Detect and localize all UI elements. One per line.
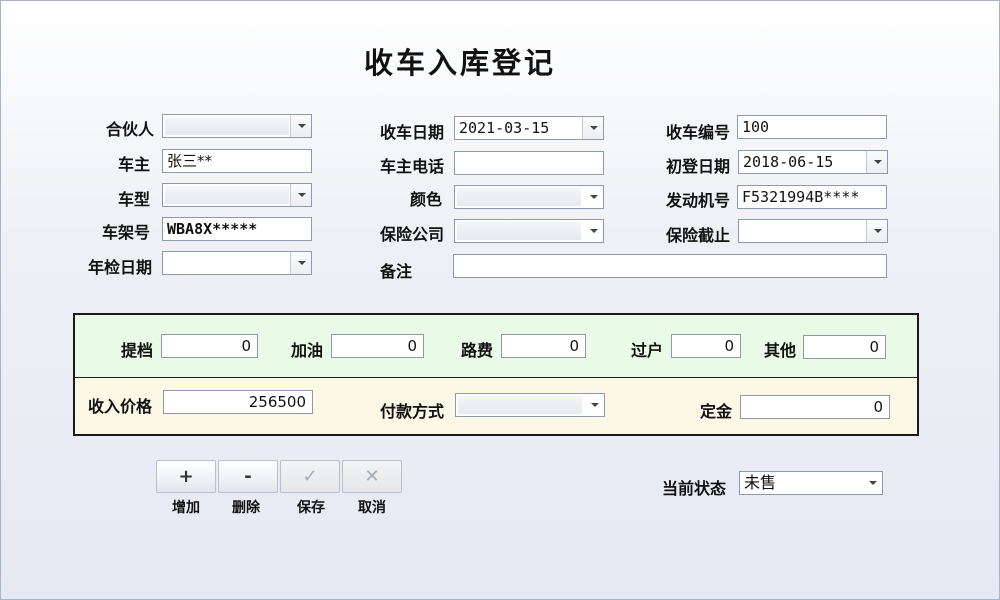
other-fee-label: 其他	[764, 341, 797, 360]
chevron-down-icon[interactable]	[290, 252, 311, 274]
insurer-label: 保险公司	[380, 225, 445, 244]
price-label: 收入价格	[88, 397, 153, 416]
receive-date-picker[interactable]: 2021-03-15	[454, 116, 604, 140]
plus-icon: +	[178, 466, 194, 487]
color-select-fill	[457, 188, 581, 206]
color-select[interactable]	[454, 185, 604, 209]
status-select-value: 未售	[744, 473, 777, 492]
insurer-select-fill	[457, 222, 581, 240]
engine-no-input[interactable]: F5321994B****	[737, 185, 887, 209]
owner-label: 车主	[117, 155, 150, 174]
cancel-button-label: 取消	[358, 500, 386, 516]
cancel-button[interactable]: ✕	[342, 460, 402, 493]
first-reg-date-label: 初登日期	[666, 157, 731, 176]
chevron-down-icon[interactable]	[584, 394, 604, 416]
check-icon: ✓	[302, 466, 318, 487]
vin-label: 车架号	[101, 223, 150, 242]
owner-phone-label: 车主电话	[380, 157, 445, 176]
vin-input[interactable]: WBA8X*****	[162, 217, 312, 241]
toll-fee-input[interactable]: 0	[501, 334, 586, 358]
payment-method-label: 付款方式	[380, 402, 445, 421]
receive-no-input[interactable]: 100	[737, 115, 887, 139]
receive-date-label: 收车日期	[380, 123, 445, 142]
chevron-down-icon[interactable]	[583, 220, 603, 242]
transfer-fee-input[interactable]: 0	[671, 334, 741, 358]
model-label: 车型	[117, 190, 150, 209]
insurer-select[interactable]	[454, 219, 604, 243]
delete-button[interactable]: -	[218, 460, 278, 493]
save-button[interactable]: ✓	[280, 460, 340, 493]
chevron-down-icon[interactable]	[582, 117, 603, 139]
status-label: 当前状态	[662, 479, 727, 498]
towing-fee-label: 提档	[121, 341, 154, 360]
inspection-date-label: 年检日期	[87, 258, 152, 277]
add-button[interactable]: +	[156, 460, 216, 493]
window-frame	[0, 0, 1000, 600]
receive-no-label: 收车编号	[666, 123, 731, 142]
first-reg-date-value: 2018-06-15	[743, 153, 834, 171]
chevron-down-icon[interactable]	[862, 472, 882, 494]
page-title: 收车入库登记	[364, 46, 557, 80]
transfer-fee-label: 过户	[631, 341, 664, 360]
first-reg-date-picker[interactable]: 2018-06-15	[738, 150, 888, 174]
owner-phone-input[interactable]	[454, 151, 604, 175]
toll-fee-label: 路费	[461, 341, 494, 360]
delete-button-label: 删除	[232, 500, 260, 516]
chevron-down-icon[interactable]	[290, 115, 311, 137]
fuel-fee-input[interactable]: 0	[331, 334, 424, 358]
payment-method-select[interactable]	[455, 393, 605, 417]
partner-label: 合伙人	[105, 120, 154, 139]
remark-input[interactable]	[453, 254, 887, 278]
deposit-label: 定金	[700, 402, 733, 421]
deposit-input[interactable]: 0	[740, 395, 890, 419]
payment-method-fill	[458, 396, 582, 414]
partner-select-fill	[165, 117, 289, 135]
owner-input[interactable]: 张三**	[162, 149, 312, 173]
status-select[interactable]: 未售	[739, 471, 883, 495]
insurance-expiry-label: 保险截止	[666, 226, 731, 245]
inspection-date-picker[interactable]	[162, 251, 312, 275]
other-fee-input[interactable]: 0	[803, 335, 886, 359]
price-input[interactable]: 256500	[163, 390, 313, 414]
save-button-label: 保存	[297, 500, 325, 516]
remark-label: 备注	[380, 262, 413, 281]
close-icon: ✕	[364, 466, 380, 487]
engine-no-label: 发动机号	[666, 191, 731, 210]
fuel-fee-label: 加油	[291, 341, 324, 360]
model-select-fill	[165, 186, 289, 204]
chevron-down-icon[interactable]	[866, 151, 887, 173]
add-button-label: 增加	[172, 500, 200, 516]
chevron-down-icon[interactable]	[583, 186, 603, 208]
chevron-down-icon[interactable]	[866, 220, 887, 242]
model-select[interactable]	[162, 183, 312, 207]
insurance-expiry-picker[interactable]	[738, 219, 888, 243]
minus-icon: -	[244, 466, 252, 487]
partner-select[interactable]	[162, 114, 312, 138]
towing-fee-input[interactable]: 0	[161, 334, 258, 358]
chevron-down-icon[interactable]	[290, 184, 311, 206]
receive-date-value: 2021-03-15	[459, 119, 550, 137]
color-label: 颜色	[410, 190, 443, 209]
